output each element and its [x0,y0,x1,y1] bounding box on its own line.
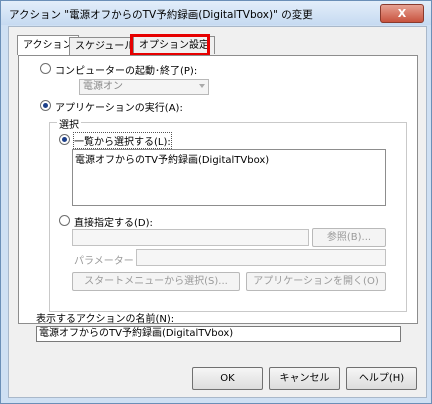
title-bar: アクション "電源オフからのTV予約録画(DigitalTVbox)" の変更 … [1,1,431,25]
window-title: アクション "電源オフからのTV予約録画(DigitalTVbox)" の変更 [9,9,313,21]
startup-radio[interactable] [40,63,51,74]
action-name-label: 表示するアクションの名前(N): [36,314,175,325]
startup-label: コンピューターの起動･終了(P): [55,66,198,77]
open-app-button[interactable]: アプリケーションを開く(O) [246,272,386,291]
startup-combo[interactable]: 電源オン [79,79,209,95]
list-item[interactable]: 電源オフからのTV予約録画(DigitalTVbox) [75,151,269,166]
param-field[interactable] [136,249,386,266]
close-button[interactable]: X [380,4,424,23]
action-name-input[interactable]: 電源オフからのTV予約録画(DigitalTVbox) [36,326,401,342]
param-label: パラメーター [74,256,134,267]
dialog-window: アクション "電源オフからのTV予約録画(DigitalTVbox)" の変更 … [0,0,432,404]
chevron-down-icon [199,84,205,88]
list-select-radio[interactable] [59,134,70,145]
direct-radio[interactable] [59,215,70,226]
browse-button[interactable]: 参照(B)... [312,228,386,247]
tab-panel-action: コンピューターの起動･終了(P): 電源オン アプリケーションの実行(A): 選… [18,55,418,324]
run-app-label: アプリケーションの実行(A): [55,103,183,114]
direct-label: 直接指定する(D): [74,218,153,229]
cancel-button[interactable]: キャンセル [269,367,340,390]
group-title: 選択 [57,116,81,131]
startup-combo-value: 電源オン [83,81,123,92]
help-button[interactable]: ヘルプ(H) [346,367,417,390]
ok-button[interactable]: OK [192,367,263,390]
start-menu-button[interactable]: スタートメニューから選択(S)... [72,272,240,291]
app-list[interactable]: 電源オフからのTV予約録画(DigitalTVbox) [72,149,386,206]
highlight-frame [130,34,210,56]
run-app-radio[interactable] [40,100,51,111]
direct-path-field[interactable] [72,229,309,246]
select-group: 選択 一覧から選択する(L): 電源オフからのTV予約録画(DigitalTVb… [49,116,407,312]
list-select-label: 一覧から選択する(L): [73,132,172,149]
dialog-client: アクション スケジュール オプション設定 コンピューターの起動･終了(P): 電… [8,26,427,398]
